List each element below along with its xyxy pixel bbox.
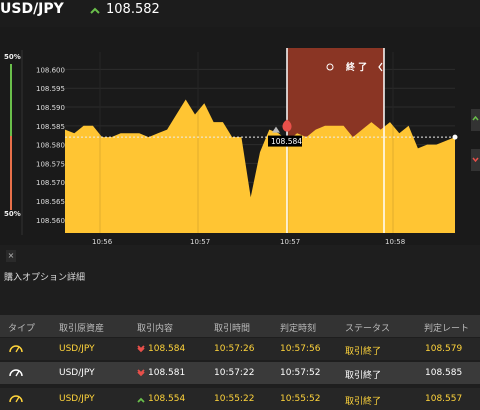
speedometer-icon [9,369,23,377]
cell-content: 108.584 [148,344,186,354]
y-tick-label: 108.595 [36,85,65,93]
cell-trade-time: 10:57:26 [214,344,255,354]
marker-label: 108.584 [271,137,302,146]
y-tick-label: 108.600 [36,66,65,74]
header-bar: USD/JPY 108.582 [0,0,480,27]
x-tick-label: 10:56 [92,238,113,245]
close-icon[interactable]: × [6,250,16,262]
cell-asset: USD/JPY [59,344,95,354]
col-asset: 取引原資産 [59,324,105,334]
down-arrow-icon [137,369,145,377]
y-tick-label: 108.570 [36,179,65,187]
cell-judge-rate: 108.579 [425,344,463,354]
put-side-tab[interactable] [471,149,480,171]
cell-content: 108.554 [148,394,186,404]
percent-top-label: 50% [4,53,21,61]
cell-asset: USD/JPY [59,368,95,378]
down-arrow-icon [137,345,145,353]
col-trade-time: 取引時間 [214,324,251,334]
cell-asset: USD/JPY [59,394,95,404]
purchase-details-title: 購入オプション詳細 [4,273,86,283]
cell-judge-time: 10:57:52 [280,368,321,378]
table-row[interactable]: USD/JPY 108.584 10:57:26 10:57:56 取引終了 108.57… [0,338,480,360]
cell-judge-time: 10:55:52 [280,394,321,404]
y-tick-label: 108.580 [36,142,65,150]
cell-judge-rate: 108.585 [425,368,463,378]
col-status: ステータス [345,324,391,334]
current-price-dot [452,134,458,140]
speedometer-icon [9,395,23,403]
end-label: 終 了 [346,61,367,73]
price-chart-svg: 終 了 108.584 108.600 108.595 108.590 108.585 10… [10,48,458,245]
up-arrow-icon [137,397,145,403]
current-rate: 108.582 [106,2,160,17]
price-area [65,99,455,233]
y-tick-label: 108.590 [36,104,65,112]
cell-status: 取引終了 [345,347,382,357]
cell-content: 108.581 [148,368,186,378]
col-judge-time: 判定時刻 [280,324,317,334]
y-tick-label: 108.565 [36,198,65,206]
cell-trade-time: 10:57:22 [214,368,255,378]
call-side-tab[interactable] [471,109,480,131]
col-content: 取引内容 [137,324,174,334]
y-tick-label: 108.585 [36,123,65,131]
y-tick-label: 108.575 [36,160,65,168]
cell-trade-time: 10:55:22 [214,394,255,404]
x-tick-label: 10:57 [280,238,300,245]
price-chart[interactable]: 終 了 108.584 108.600 108.595 108.590 108.585 10… [0,27,480,262]
down-chevron-icon [472,157,479,163]
up-arrow-icon [90,7,100,14]
table-row[interactable]: USD/JPY 108.581 10:57:22 10:57:52 取引終了 108.58… [0,362,480,384]
speedometer-icon [9,345,23,353]
table-header: タイプ 取引原資産 取引内容 取引時間 判定時刻 ステータス 判定レート [0,315,480,337]
cell-judge-rate: 108.557 [425,394,463,404]
x-tick-label: 10:57 [190,238,210,245]
table-row[interactable]: USD/JPY 108.554 10:55:22 10:55:52 取引終了 108.55… [0,388,480,410]
currency-pair-title: USD/JPY [0,1,64,17]
x-tick-label: 10:58 [385,238,405,245]
y-tick-label: 108.560 [36,217,65,225]
up-chevron-icon [472,115,479,121]
percent-bottom-label: 50% [4,210,21,218]
cell-status: 取引終了 [345,371,382,381]
entry-pointer [272,126,280,133]
cell-status: 取引終了 [345,397,382,407]
col-judge-rate: 判定レート [424,324,470,334]
col-type: タイプ [8,324,36,334]
cell-judge-time: 10:57:56 [280,344,321,354]
